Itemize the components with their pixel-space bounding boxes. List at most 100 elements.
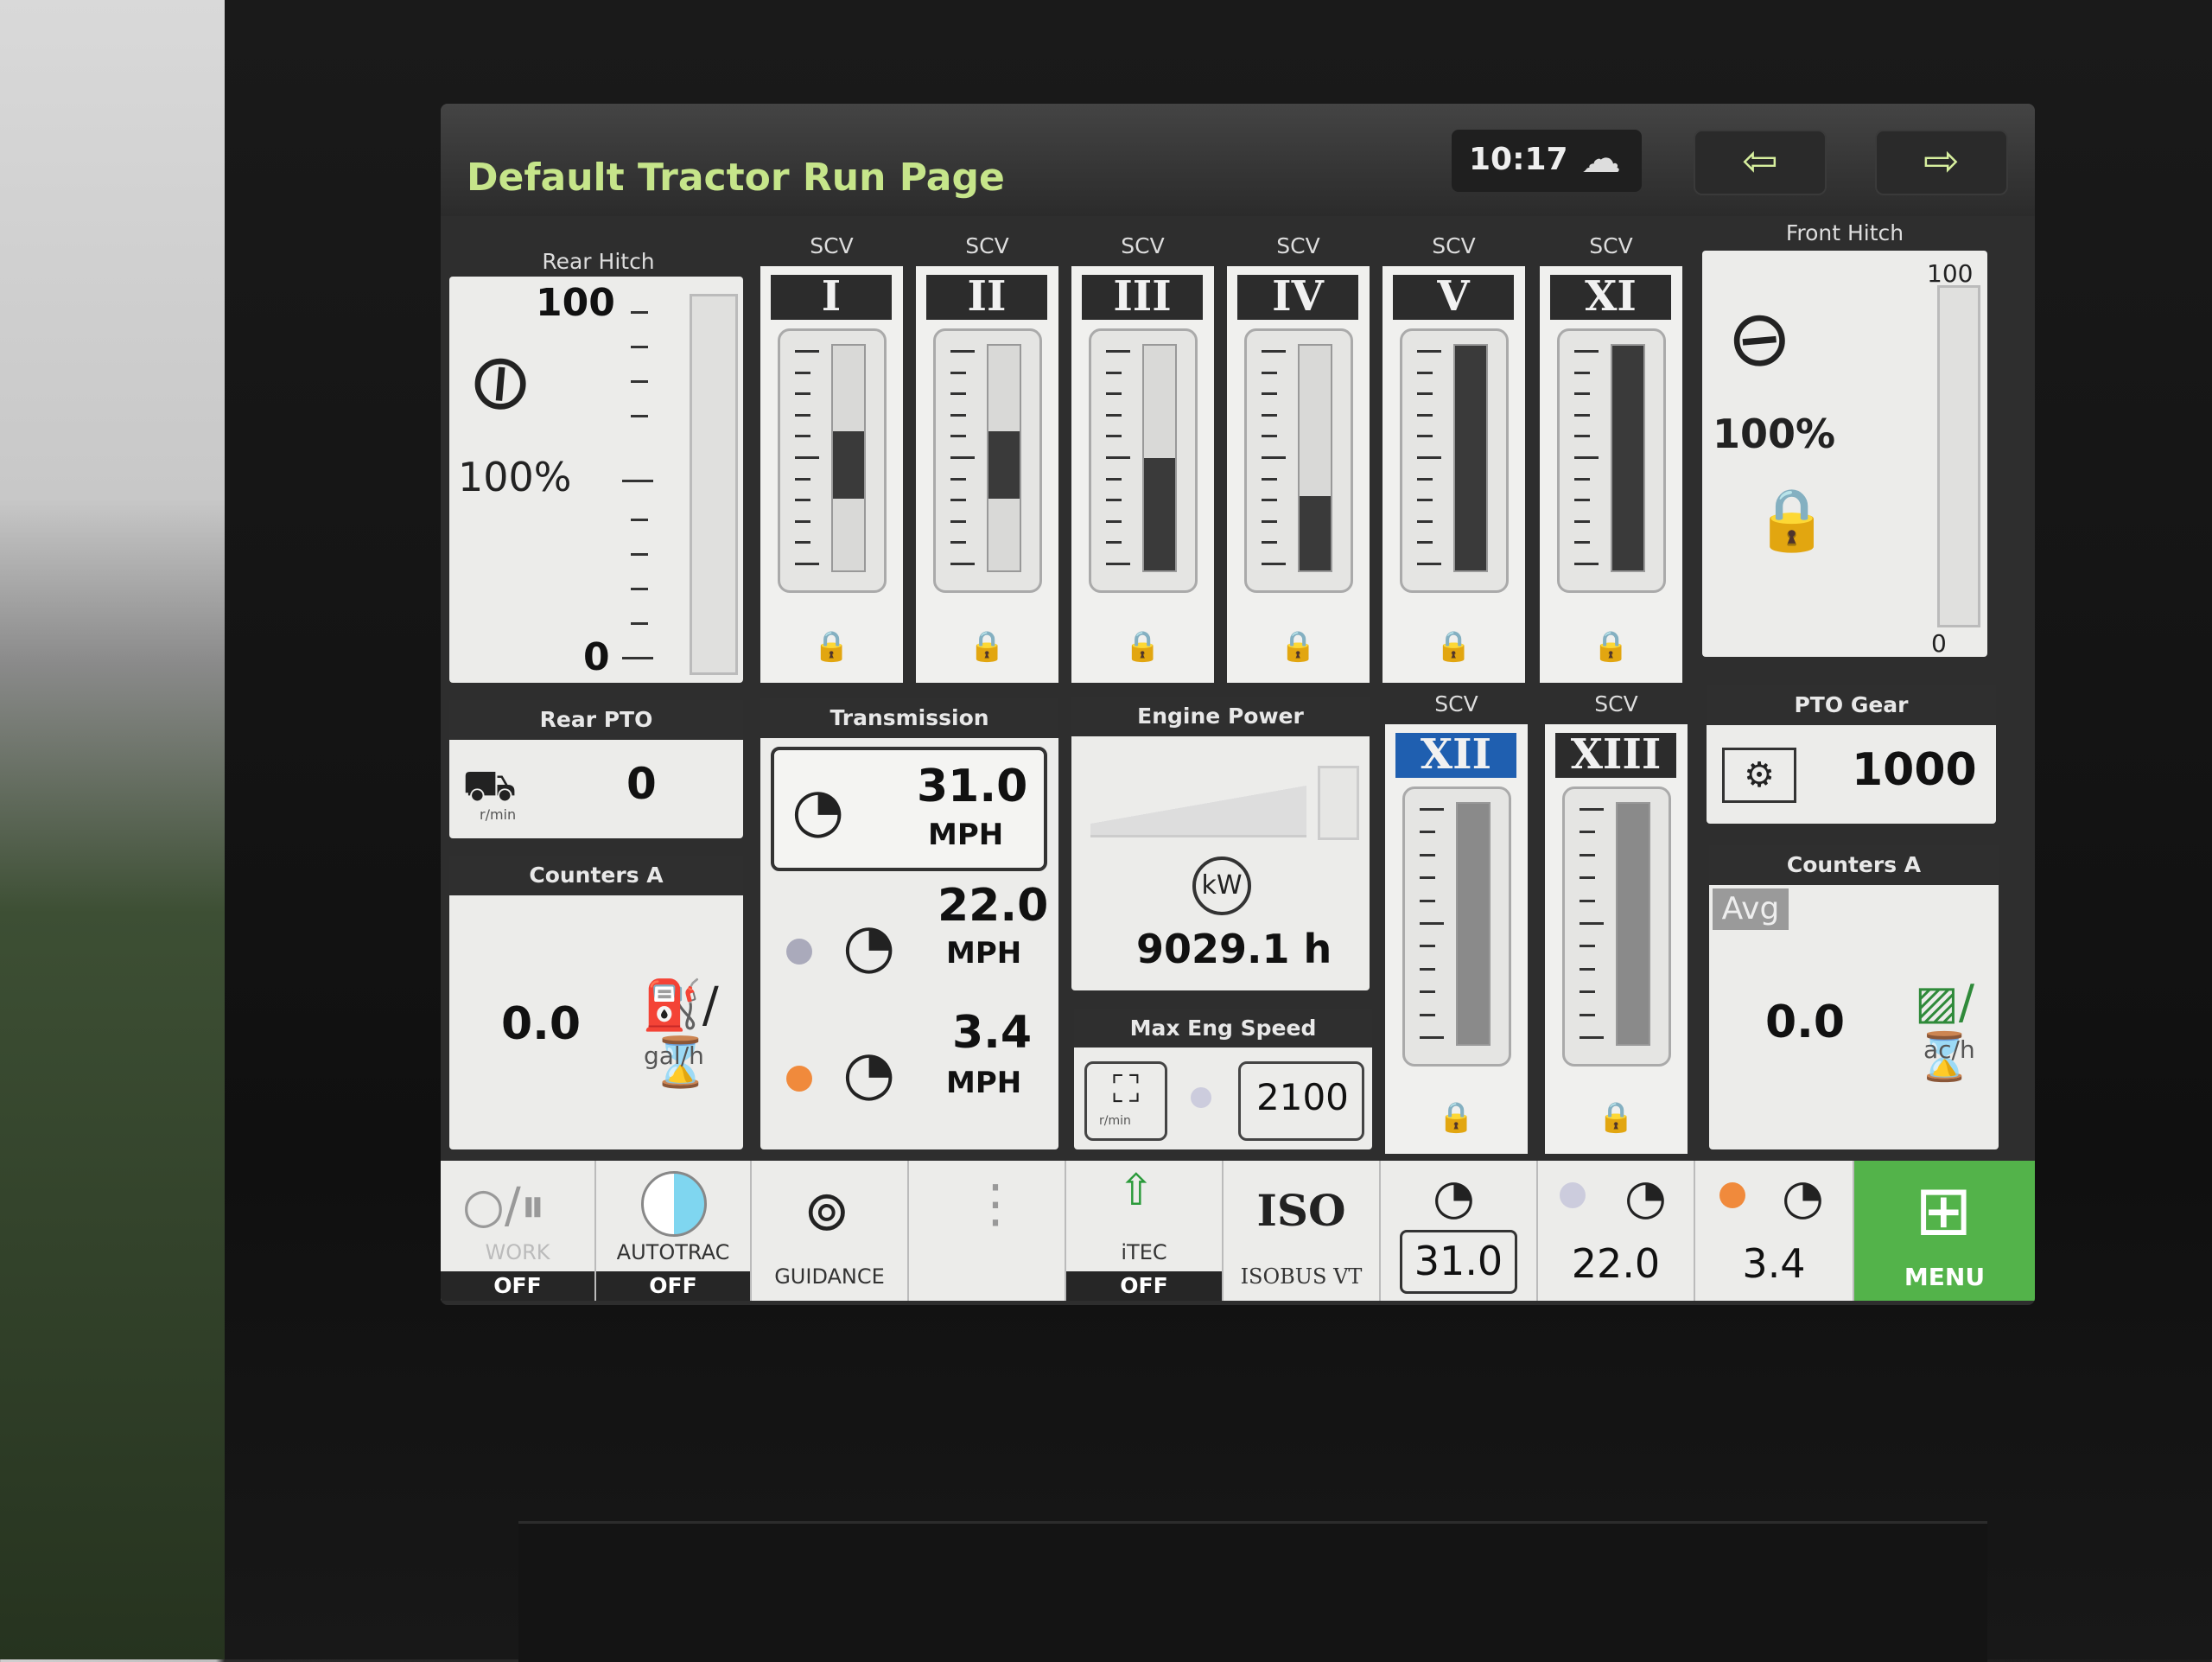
gauge-tick [1420,945,1435,948]
rear-pto-panel[interactable]: Rear PTO ⛟ r/min 0 [449,700,743,838]
engine-power-panel[interactable]: Engine Power kW 9029.1 h [1071,697,1370,990]
work-button[interactable]: ○/⏸ WORK OFF [441,1161,596,1301]
gauge-tick [1106,519,1122,523]
scv-gauge-fill [833,430,864,499]
max-eng-speed-box[interactable]: 2100 [1238,1061,1364,1141]
guidance-lines-button[interactable]: ⋮ [909,1161,1066,1301]
gauge-tick [1417,392,1433,396]
counters-right-panel[interactable]: Counters A Avg 0.0 ▨/⌛ ac/h [1709,845,1999,1149]
set-speed-value: 31.0 [917,761,1028,812]
itec-button[interactable]: ⇧ iTEC OFF [1066,1161,1224,1301]
lock-icon[interactable]: 🔒 [1270,629,1326,664]
forward-button[interactable]: ⇨ [1875,130,2008,195]
rear-hitch-panel[interactable]: ⊘ 100% 100 0 [445,277,743,683]
status-dot-grey [1191,1087,1211,1108]
gauge-tick [1420,853,1435,856]
max-eng-speed-panel[interactable]: Max Eng Speed ⛶ r/min 2100 [1074,1009,1372,1149]
scv-xii[interactable]: SCV XII 🔒 [1385,691,1528,1154]
lock-icon[interactable]: 🔒 [1583,629,1639,664]
gauge-tick [1420,922,1444,925]
gauge-tick [1262,563,1286,565]
scv-label: SCV [1276,233,1320,258]
gauge-tick [1420,808,1444,811]
back-button[interactable]: ⇦ [1694,130,1827,195]
speedometer-1-icon: ◔ [842,1037,896,1108]
isobus-button[interactable]: ISO ISOBUS VT [1224,1161,1381,1301]
lock-icon[interactable]: 🔒 [1428,1100,1484,1135]
scv-xiii[interactable]: SCV XIII 🔒 [1545,691,1688,1154]
engine-speed-icon-box[interactable]: ⛶ r/min [1084,1061,1167,1141]
lock-icon[interactable]: 🔒 [959,629,1015,664]
lock-icon[interactable]: 🔒 [804,629,860,664]
menu-button[interactable]: ⊞ MENU [1854,1161,2035,1301]
gauge-tick [622,480,653,482]
transmission-panel[interactable]: Transmission ◔ 31.0 MPH ◔ 22.0 MPH ◔ 3.4… [760,698,1058,1149]
display-screen: Default Tractor Run Page 10:17 ☁ ⇦ ⇨ Rea… [441,104,2035,1305]
scv-xi[interactable]: SCV XI 🔒 [1540,233,1682,683]
gauge-tick [1420,876,1435,880]
scv-number: XI [1550,275,1671,320]
rear-hitch-label: Rear Hitch [542,249,655,274]
max-eng-speed-value: 2100 [1256,1076,1349,1118]
gauge-tick [1417,541,1433,544]
gauge-tick [1106,435,1122,438]
status-area[interactable]: 10:17 ☁ [1452,130,1642,192]
speed-c-button[interactable]: ◔ 3.4 [1695,1161,1854,1301]
transmission-label: Transmission [760,698,1058,738]
fuel-rate-icon: ⛽/⌛ [642,977,719,1091]
scv-label: SCV [1432,233,1476,258]
gauge-tick [1574,371,1590,374]
lock-icon[interactable]: 🔒 [1115,629,1171,664]
itec-sequence-icon: ⇧ [1118,1165,1154,1215]
speed-b-button[interactable]: ◔ 22.0 [1538,1161,1695,1301]
scv-iii[interactable]: SCV III 🔒 [1071,233,1214,683]
max-eng-speed-label: Max Eng Speed [1074,1009,1372,1048]
lock-icon[interactable]: 🔒 [1588,1100,1644,1135]
scv-gauge-bar [831,344,866,572]
gauge-tick [1580,922,1604,925]
gauge-tick [950,435,966,438]
gauge-tick [1580,967,1595,971]
max-eng-speed-unit: r/min [1099,1114,1131,1128]
gauge-tick [795,519,810,523]
counters-right-value: 0.0 [1765,997,1846,1048]
scv-gauge-bar [1456,802,1491,1046]
scv-i[interactable]: SCV I 🔒 [760,233,903,683]
scv-ii[interactable]: SCV II 🔒 [916,233,1058,683]
hitch-link-icon: ⊘ [1707,283,1815,395]
scv-number: IV [1237,275,1358,320]
speed-a-button[interactable]: ◔ 31.0 [1381,1161,1538,1301]
speed-2-unit: MPH [946,936,1022,971]
speed-1-value: 3.4 [952,1007,1033,1059]
gauge-tick [950,392,966,396]
gauge-tick [1580,808,1604,811]
guidance-lines-icon: ⋮ [969,1174,1021,1234]
rear-hitch-gauge [690,294,738,675]
bezel-bottom-panel [518,1521,1987,1662]
scv-gauge-bar [1611,344,1645,572]
rear-hitch-percent: 100% [458,454,572,500]
autotrac-button[interactable]: AUTOTRAC OFF [596,1161,752,1301]
gauge-tick [1580,1013,1595,1016]
scv-iv[interactable]: SCV IV 🔒 [1227,233,1370,683]
gauge-tick [950,563,975,565]
gauge-tick [1262,456,1286,459]
gauge-tick [1106,413,1122,417]
pto-gear-panel[interactable]: PTO Gear ⚙ 1000 [1707,685,1996,824]
lock-icon[interactable]: 🔒 [1426,629,1482,664]
gauge-tick [1420,1013,1435,1016]
counters-left-panel[interactable]: Counters A 0.0 ⛽/⌛ gal/h [449,856,743,1149]
front-hitch-panel[interactable]: ⊘ 100% 🔒 100 0 [1702,251,1987,658]
title-bar: Default Tractor Run Page 10:17 ☁ ⇦ ⇨ [441,104,2035,216]
menu-grid-icon: ⊞ [1915,1170,1974,1251]
front-hitch-min: 0 [1931,629,1947,658]
set-speed-box[interactable]: ◔ 31.0 MPH [771,747,1047,871]
guidance-label: GUIDANCE [774,1264,885,1289]
gauge-tick [1574,456,1599,459]
guidance-button[interactable]: ⊚ GUIDANCE [752,1161,909,1301]
gauge-tick [950,350,975,353]
gauge-tick [950,477,966,481]
gauge-tick [950,519,966,523]
scv-v[interactable]: SCV V 🔒 [1382,233,1525,683]
gauge-tick [1417,456,1441,459]
